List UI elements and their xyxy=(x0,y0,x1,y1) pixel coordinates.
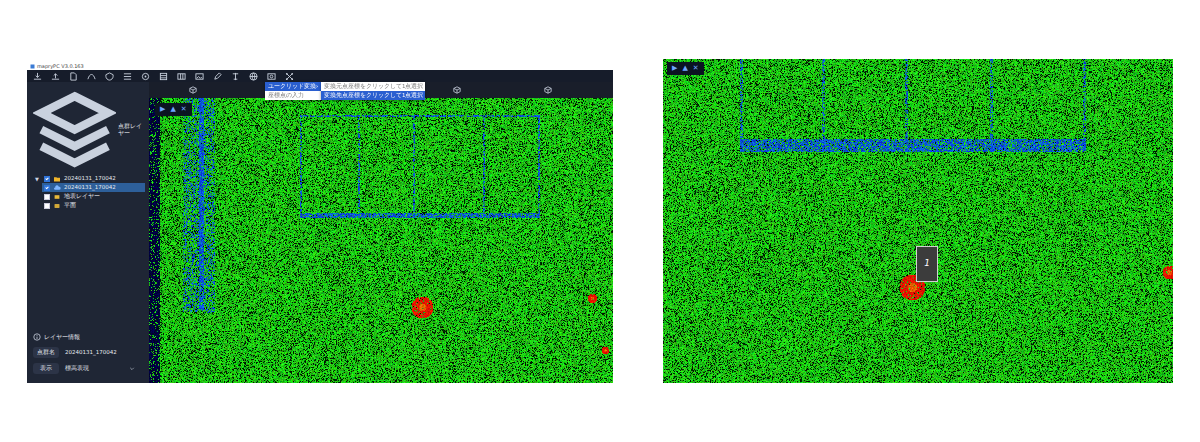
folder-icon xyxy=(53,176,61,182)
menu: ユークリッド変換›座標点の入力 xyxy=(265,82,321,100)
layer-icon xyxy=(53,194,61,200)
shield-icon[interactable] xyxy=(105,72,114,81)
drone-icon[interactable] xyxy=(285,72,294,81)
layer-label[interactable]: 20240131_170042 xyxy=(64,175,116,182)
zoom-view: ▶ ▲ ✕ 1 xyxy=(663,59,1173,383)
submenu: 変換元点座標をクリックして1点選択変換先点座標をクリックして1点選択 xyxy=(321,82,425,100)
menu-item[interactable]: ユークリッド変換› xyxy=(265,82,321,91)
info-row: 表示標高表現 xyxy=(33,363,145,374)
control-button[interactable]: ▶ xyxy=(160,104,165,115)
control-button[interactable]: ✕ xyxy=(181,104,187,115)
info-value[interactable]: 標高表現 xyxy=(65,365,89,372)
cube-icon[interactable] xyxy=(544,86,552,94)
menu-item-label[interactable]: 座標点の入力 xyxy=(268,92,304,99)
chevron-down-icon[interactable] xyxy=(129,366,135,372)
file-icon[interactable] xyxy=(69,72,78,81)
submenu-item-label[interactable]: 変換元点座標をクリックして1点選択 xyxy=(324,83,424,90)
control-button[interactable]: ✕ xyxy=(693,63,699,74)
control-button[interactable]: ▶ xyxy=(672,63,677,74)
viewer-controls: ▶ ▲ ✕ xyxy=(155,103,192,116)
tree-item[interactable]: 平面 xyxy=(42,201,145,210)
layer-label[interactable]: 20240131_170042 xyxy=(64,184,116,191)
viewer-controls: ▶ ▲ ✕ xyxy=(667,62,704,75)
measure-icon[interactable] xyxy=(231,72,240,81)
control-button[interactable]: ▲ xyxy=(170,104,175,115)
layers-icon[interactable] xyxy=(159,72,168,81)
info-row: 点群名 20240131_170042 xyxy=(33,347,145,358)
layer-checkbox[interactable] xyxy=(44,194,50,200)
pencil-icon[interactable] xyxy=(213,72,222,81)
upload-icon[interactable] xyxy=(51,72,60,81)
marker-label: 1 xyxy=(924,257,930,271)
point-cloud-view[interactable]: ▶ ▲ ✕ xyxy=(149,98,613,383)
point-marker[interactable]: 1 xyxy=(916,246,938,282)
viewer-pane: ▶ ▲ ✕ xyxy=(149,82,613,383)
app-icon xyxy=(30,64,35,69)
layer-info: レイヤー情報点群名 20240131_170042 表示標高表現 xyxy=(33,333,145,379)
target-icon[interactable] xyxy=(141,72,150,81)
layers-icon xyxy=(33,88,116,171)
layer-panel: 点群レイヤー ▼ 20240131_170042 20240131_170042 地表レ… xyxy=(33,88,145,210)
info-icon xyxy=(33,333,41,341)
point-cloud-canvas[interactable] xyxy=(149,98,613,383)
layer-panel-title: 点群レイヤー xyxy=(118,123,145,136)
main-area: 点群レイヤー ▼ 20240131_170042 20240131_170042 地表レ… xyxy=(27,82,613,383)
submenu-item-label[interactable]: 変換先点座標をクリックして1点選択 xyxy=(324,92,424,99)
layer-checkbox[interactable] xyxy=(44,176,50,182)
tree-item[interactable]: 地表レイヤー xyxy=(42,192,145,201)
layer-info-header: レイヤー情報 xyxy=(33,333,145,341)
photo-icon[interactable] xyxy=(267,72,276,81)
toolbar xyxy=(27,70,613,82)
submenu-arrow: › xyxy=(316,83,318,90)
title-bar: mapryPC V3.0.163 xyxy=(27,62,613,70)
image-icon[interactable] xyxy=(195,72,204,81)
submenu-item[interactable]: 変換先点座標をクリックして1点選択 xyxy=(321,91,425,100)
menu-item-label[interactable]: ユークリッド変換 xyxy=(268,83,316,90)
grid-icon[interactable] xyxy=(177,72,186,81)
point-cloud-canvas[interactable] xyxy=(663,59,1173,383)
cube-icon[interactable] xyxy=(189,86,197,94)
submenu-item[interactable]: 変換元点座標をクリックして1点選択 xyxy=(321,82,425,91)
plane-icon xyxy=(53,203,61,209)
sidebar: 点群レイヤー ▼ 20240131_170042 20240131_170042 地表レ… xyxy=(27,82,149,383)
info-label: 点群名 xyxy=(33,347,59,358)
info-label: 表示 xyxy=(33,363,59,374)
tree-children: 20240131_170042 地表レイヤー平面 xyxy=(33,183,145,210)
layer-label[interactable]: 地表レイヤー xyxy=(64,193,100,200)
app-window: mapryPC V3.0.163点群レイヤー▼20240131_17004220… xyxy=(27,62,613,383)
expand-toggle[interactable]: ▼ xyxy=(35,176,41,182)
layer-panel-header: 点群レイヤー xyxy=(33,88,145,171)
layer-label[interactable]: 平面 xyxy=(64,202,76,209)
window-title: mapryPC V3.0.163 xyxy=(37,64,84,69)
menu-item[interactable]: 座標点の入力 xyxy=(265,91,321,100)
curve-icon[interactable] xyxy=(87,72,96,81)
stage: mapryPC V3.0.163点群レイヤー▼20240131_17004220… xyxy=(0,0,1200,383)
list-icon[interactable] xyxy=(123,72,132,81)
cube-icon[interactable] xyxy=(453,86,461,94)
globe-icon[interactable] xyxy=(249,72,258,81)
tree-item[interactable]: ▼ 20240131_170042 xyxy=(33,174,145,183)
layer-info-title: レイヤー情報 xyxy=(44,333,80,340)
cloud-icon xyxy=(53,185,61,191)
download-icon[interactable] xyxy=(33,72,42,81)
layer-checkbox[interactable] xyxy=(44,185,50,191)
layer-checkbox[interactable] xyxy=(44,203,50,209)
info-value: 20240131_170042 xyxy=(65,349,117,356)
control-button[interactable]: ▲ xyxy=(682,63,687,74)
tree-item[interactable]: 20240131_170042 xyxy=(42,183,145,192)
